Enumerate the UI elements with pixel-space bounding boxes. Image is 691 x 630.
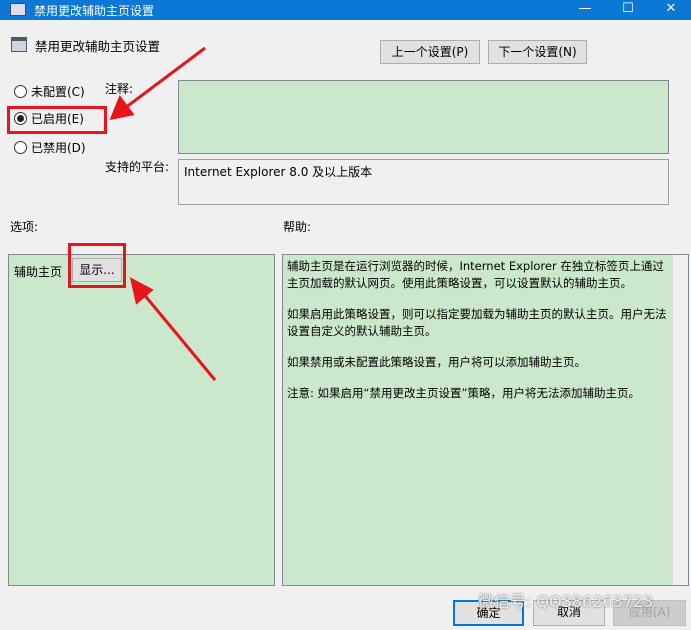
arrow-head-icon [109,94,135,121]
annotation-arrows [109,46,217,381]
arrow-to-show [140,291,217,381]
arrow-to-enabled [124,46,206,110]
